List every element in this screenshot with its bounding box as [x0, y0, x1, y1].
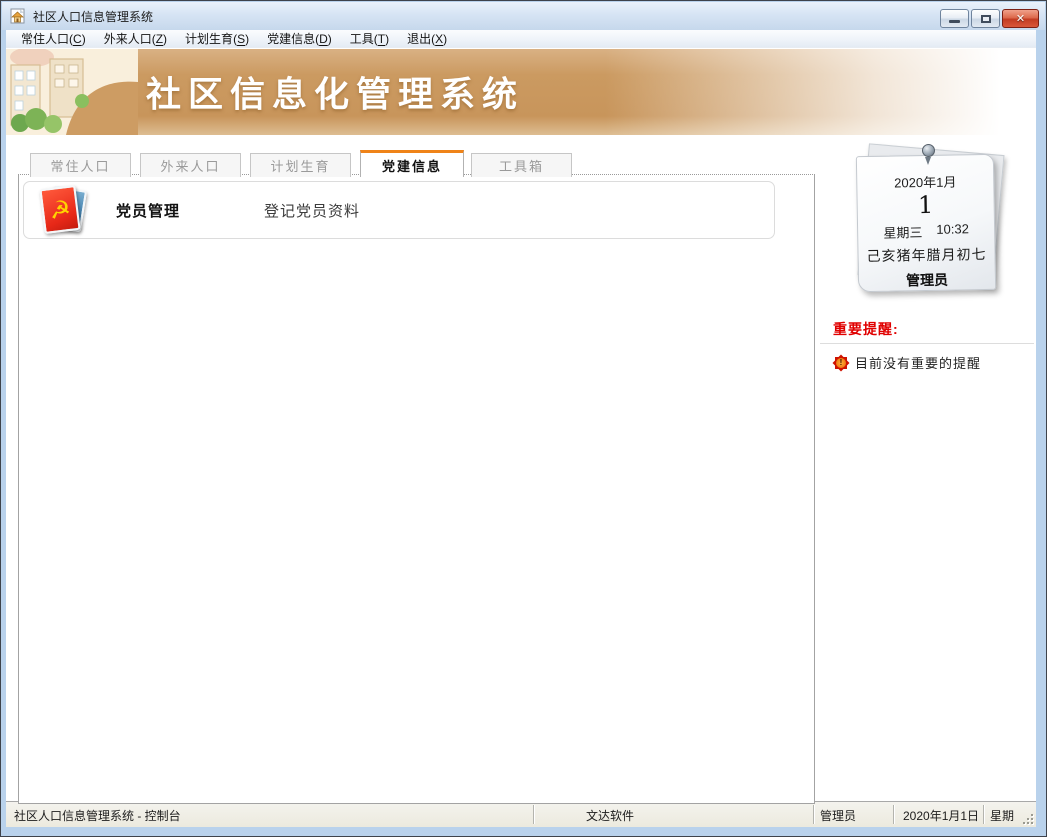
menu-migrant-population[interactable]: 外来人口(Z) [95, 29, 176, 48]
window-controls: ✕ [940, 9, 1039, 28]
card-description: 登记党员资料 [264, 200, 360, 221]
status-separator [533, 805, 534, 824]
calendar-user: 管理员 [859, 269, 995, 291]
status-user-label: 管理员 [820, 807, 856, 824]
tab-content-panel: ☭ 党员管理 登记党员资料 [18, 174, 815, 804]
maximize-button[interactable] [971, 9, 1000, 28]
menu-exit[interactable]: 退出(X) [398, 29, 456, 48]
resize-grip[interactable] [1021, 812, 1034, 825]
status-separator [983, 805, 984, 824]
tab-party-building[interactable]: 党建信息 [360, 150, 464, 177]
window-title: 社区人口信息管理系统 [33, 8, 153, 25]
menu-tools[interactable]: 工具(T) [341, 29, 398, 48]
tab-migrant-population[interactable]: 外来人口 [140, 153, 241, 177]
tab-bar: 常住人口 外来人口 计划生育 党建信息 工具箱 [30, 150, 581, 177]
tab-resident-population[interactable]: 常住人口 [30, 153, 131, 177]
alert-exclamation-icon: ! [836, 358, 846, 368]
minimize-icon [949, 20, 960, 23]
workspace: 常住人口 外来人口 计划生育 党建信息 工具箱 ☭ 党员管理 登记党员资料 [6, 135, 1036, 801]
menu-family-planning[interactable]: 计划生育(S) [176, 29, 258, 48]
app-house-icon [10, 8, 27, 24]
party-flag-icon: ☭ [38, 185, 90, 235]
menu-bar: 常住人口(C) 外来人口(Z) 计划生育(S) 党建信息(D) 工具(T) 退出… [6, 30, 1036, 48]
calendar-note-paper: 2020年1月 1 星期三 10:32 己亥猪年腊月初七 管理员 [856, 154, 996, 292]
maximize-icon [981, 15, 991, 23]
calendar-year-month: 2020年1月 [857, 171, 993, 192]
reminder-empty-message: 目前没有重要的提醒 [855, 353, 981, 372]
calendar-lunar-date: 己亥猪年腊月初七 [858, 244, 994, 266]
calendar-note: 2020年1月 1 星期三 10:32 己亥猪年腊月初七 管理员 [857, 153, 999, 293]
app-window: 社区人口信息管理系统 ✕ 常住人口(C) 外来人口(Z) 计划生育(S) 党建信… [0, 0, 1047, 837]
reminder-divider [820, 343, 1034, 344]
tab-toolbox[interactable]: 工具箱 [471, 153, 572, 177]
party-emblem-icon: ☭ [39, 185, 80, 234]
pushpin-icon [921, 144, 935, 164]
sidebar: 2020年1月 1 星期三 10:32 己亥猪年腊月初七 管理员 [820, 135, 1036, 801]
calendar-weekday-time: 星期三 10:32 [858, 221, 994, 242]
title-bar: 社区人口信息管理系统 ✕ [2, 2, 1045, 30]
calendar-weekday: 星期三 [883, 222, 922, 242]
card-title: 党员管理 [116, 200, 180, 221]
status-separator [893, 805, 894, 824]
reminder-heading: 重要提醒: [833, 319, 899, 339]
banner-title: 社区信息化管理系统 [146, 67, 524, 118]
menu-party-building[interactable]: 党建信息(D) [258, 29, 341, 48]
menu-resident-population[interactable]: 常住人口(C) [12, 29, 95, 48]
close-icon: ✕ [1016, 12, 1025, 25]
calendar-day: 1 [857, 190, 993, 221]
hammer-sickle-icon: ☭ [48, 196, 72, 222]
calendar-time: 10:32 [936, 221, 969, 241]
tab-family-planning[interactable]: 计划生育 [250, 153, 351, 177]
status-weekday-label: 星期 [990, 807, 1014, 824]
party-member-management-card[interactable]: ☭ 党员管理 登记党员资料 [23, 181, 775, 239]
minimize-button[interactable] [940, 9, 969, 28]
close-button[interactable]: ✕ [1002, 9, 1039, 28]
status-console-label: 社区人口信息管理系统 - 控制台 [14, 807, 181, 824]
alert-burst-icon: ! [833, 355, 849, 371]
status-date-label: 2020年1月1日 [903, 807, 979, 824]
banner-buildings-illustration [6, 49, 138, 135]
banner-background: 社区信息化管理系统 [138, 49, 1036, 135]
status-bar: 社区人口信息管理系统 - 控制台 文达软件 管理员 2020年1月1日 星期 [6, 801, 1036, 827]
client-area: 常住人口(C) 外来人口(Z) 计划生育(S) 党建信息(D) 工具(T) 退出… [6, 30, 1036, 827]
reminder-item: ! 目前没有重要的提醒 [833, 353, 981, 372]
status-vendor-label: 文达软件 [586, 807, 634, 824]
banner: 社区信息化管理系统 [6, 49, 1036, 135]
status-separator [813, 805, 814, 824]
